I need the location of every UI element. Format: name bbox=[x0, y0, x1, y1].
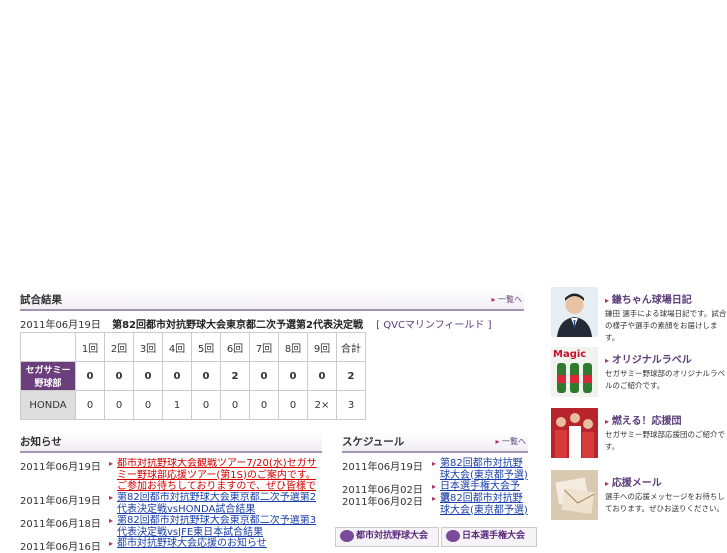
inning-header: 7回 bbox=[249, 332, 279, 362]
scoreboard-header-row: 1回 2回 3回 4回 5回 6回 7回 8回 9回 合計 bbox=[20, 332, 366, 362]
inning-score: 0 bbox=[133, 390, 163, 420]
news-link[interactable]: 都市対抗野球大会観戦ツアー7/20(水)セガサミー野球部応援ツアー(第1S)のご… bbox=[117, 458, 323, 492]
results-header: 試合結果 一覧へ bbox=[20, 289, 524, 311]
inning-header: 8回 bbox=[278, 332, 308, 362]
sidebar-desc: セガサミー野球部応援団のご紹介です。 bbox=[605, 430, 725, 451]
schedule-list: 2011年06月19日 第82回都市対抗野球大会(東京都予選) 2011年06月… bbox=[342, 458, 528, 516]
cheer-squad-icon bbox=[551, 408, 598, 458]
inning-score: 0 bbox=[278, 361, 308, 391]
sidebar-item-cheer[interactable]: 燃える！応援団 セガサミー野球部応援団のご紹介です。 bbox=[551, 408, 727, 458]
inning-header: 5回 bbox=[191, 332, 221, 362]
news-header: お知らせ bbox=[20, 431, 322, 453]
total-score: 2 bbox=[336, 361, 366, 391]
news-date: 2011年06月18日 bbox=[20, 519, 101, 530]
inning-score: 2× bbox=[307, 390, 337, 420]
inning-score: 0 bbox=[278, 390, 308, 420]
schedule-header: スケジュール 一覧へ bbox=[342, 431, 528, 453]
inning-score: 0 bbox=[220, 390, 250, 420]
sidebar-desc: 選手への応援メッセージをお待ちしております。ぜひお送りください。 bbox=[605, 492, 725, 513]
player-photo-icon bbox=[551, 287, 598, 337]
sidebar-title: オリジナルラベル bbox=[605, 351, 692, 366]
inning-score: 0 bbox=[191, 361, 221, 391]
schedule-link[interactable]: 第82回都市対抗野球大会(東京都予選) bbox=[440, 493, 528, 516]
results-more-link[interactable]: 一覧へ bbox=[491, 294, 522, 305]
inning-header: 1回 bbox=[75, 332, 105, 362]
inning-score: 1 bbox=[162, 390, 192, 420]
inning-score: 0 bbox=[307, 361, 337, 391]
schedule-date: 2011年06月19日 bbox=[342, 462, 423, 473]
inning-score: 0 bbox=[75, 390, 105, 420]
banner-toshitaiko[interactable]: 都市対抗野球大会 bbox=[335, 527, 439, 547]
sidebar-item-mail[interactable]: 応援メール 選手への応援メッセージをお待ちしております。ぜひお送りください。 bbox=[551, 470, 727, 520]
inning-score: 0 bbox=[104, 390, 134, 420]
inning-score: 0 bbox=[133, 361, 163, 391]
bottles-icon: Magic bbox=[551, 347, 598, 397]
news-link[interactable]: 第82回都市対抗野球大会東京都二次予選第3代表決定戦vsJFE東日本試合結果 bbox=[117, 515, 323, 538]
news-date: 2011年06月19日 bbox=[20, 496, 101, 507]
baseball-emblem-icon bbox=[340, 529, 354, 542]
sidebar-title: 鎌ちゃん球場日記 bbox=[605, 291, 692, 306]
schedule-item: 2011年06月02日 第82回都市対抗野球大会(東京都予選) bbox=[342, 493, 528, 516]
total-header: 合計 bbox=[336, 332, 366, 362]
latest-result: 2011年06月19日 第82回都市対抗野球大会東京都二次予選第2代表決定戦 [… bbox=[20, 316, 520, 331]
news-date: 2011年06月16日 bbox=[20, 542, 101, 553]
total-score: 3 bbox=[336, 390, 366, 420]
result-venue: [ QVCマリンフィールド ] bbox=[376, 320, 492, 331]
scoreboard-corner bbox=[20, 332, 76, 362]
sidebar-desc: 鎌田 選手による球場日記です。試合の様子や選手の素顔をお届けします。 bbox=[605, 309, 727, 342]
baseball-emblem-icon bbox=[446, 529, 460, 542]
inning-score: 0 bbox=[191, 390, 221, 420]
team-name: セガサミー野球部 bbox=[20, 361, 76, 391]
inning-score: 0 bbox=[162, 361, 192, 391]
banner-label: 都市対抗野球大会 bbox=[356, 531, 429, 541]
news-list: 2011年06月19日 都市対抗野球大会観戦ツアー7/20(水)セガサミー野球部… bbox=[20, 458, 323, 553]
inning-header: 4回 bbox=[162, 332, 192, 362]
sidebar-desc: セガサミー野球部のオリジナルラベルのご紹介です。 bbox=[605, 369, 725, 390]
sidebar-item-label[interactable]: Magic オリジナルラベル セガサミー野球部のオリジナルラベルのご紹介です。 bbox=[551, 347, 727, 397]
news-link[interactable]: 第82回都市対抗野球大会東京都二次予選第2代表決定戦vsHONDA試合結果 bbox=[117, 492, 323, 515]
svg-text:Magic: Magic bbox=[553, 349, 586, 360]
schedule-more-link[interactable]: 一覧へ bbox=[495, 436, 526, 447]
inning-score: 0 bbox=[249, 390, 279, 420]
schedule-date: 2011年06月02日 bbox=[342, 497, 423, 508]
inning-score: 0 bbox=[104, 361, 134, 391]
team-name: HONDA bbox=[20, 390, 76, 420]
banner-nihon-senshuken[interactable]: 日本選手権大会 bbox=[441, 527, 537, 547]
scoreboard: 1回 2回 3回 4回 5回 6回 7回 8回 9回 合計 セガサミー野球部 0… bbox=[20, 332, 366, 420]
sidebar-title: 燃える！応援団 bbox=[605, 412, 682, 427]
mail-letters-icon bbox=[551, 470, 598, 520]
inning-header: 9回 bbox=[307, 332, 337, 362]
scoreboard-row-away: HONDA 0 0 0 1 0 0 0 0 2× 3 bbox=[20, 390, 366, 420]
inning-header: 3回 bbox=[133, 332, 163, 362]
schedule-item: 2011年06月19日 第82回都市対抗野球大会(東京都予選) bbox=[342, 458, 528, 481]
news-title: お知らせ bbox=[20, 436, 62, 448]
inning-score: 0 bbox=[249, 361, 279, 391]
inning-score: 0 bbox=[75, 361, 105, 391]
scoreboard-row-home: セガサミー野球部 0 0 0 0 0 2 0 0 0 2 bbox=[20, 361, 366, 391]
news-date: 2011年06月19日 bbox=[20, 462, 101, 473]
inning-score: 2 bbox=[220, 361, 250, 391]
inning-header: 6回 bbox=[220, 332, 250, 362]
result-date: 2011年06月19日 bbox=[20, 320, 101, 331]
news-item: 2011年06月19日 第82回都市対抗野球大会東京都二次予選第2代表決定戦vs… bbox=[20, 492, 323, 515]
news-item: 2011年06月19日 都市対抗野球大会観戦ツアー7/20(水)セガサミー野球部… bbox=[20, 458, 323, 492]
news-item: 2011年06月18日 第82回都市対抗野球大会東京都二次予選第3代表決定戦vs… bbox=[20, 515, 323, 538]
schedule-item: 2011年06月02日 日本選手権大会予選 bbox=[342, 481, 528, 504]
sidebar-item-diary[interactable]: 鎌ちゃん球場日記 鎌田 選手による球場日記です。試合の様子や選手の素顔をお届けし… bbox=[551, 287, 727, 342]
news-link[interactable]: 都市対抗野球大会応援のお知らせ bbox=[117, 538, 323, 550]
schedule-title: スケジュール bbox=[342, 436, 405, 448]
schedule-link[interactable]: 第82回都市対抗野球大会(東京都予選) bbox=[440, 458, 528, 481]
banner-label: 日本選手権大会 bbox=[462, 531, 526, 541]
results-title: 試合結果 bbox=[20, 294, 62, 306]
sidebar-title: 応援メール bbox=[605, 474, 662, 489]
news-item: 2011年06月16日 都市対抗野球大会応援のお知らせ bbox=[20, 538, 323, 553]
result-headline[interactable]: 第82回都市対抗野球大会東京都二次予選第2代表決定戦 bbox=[112, 320, 363, 331]
inning-header: 2回 bbox=[104, 332, 134, 362]
